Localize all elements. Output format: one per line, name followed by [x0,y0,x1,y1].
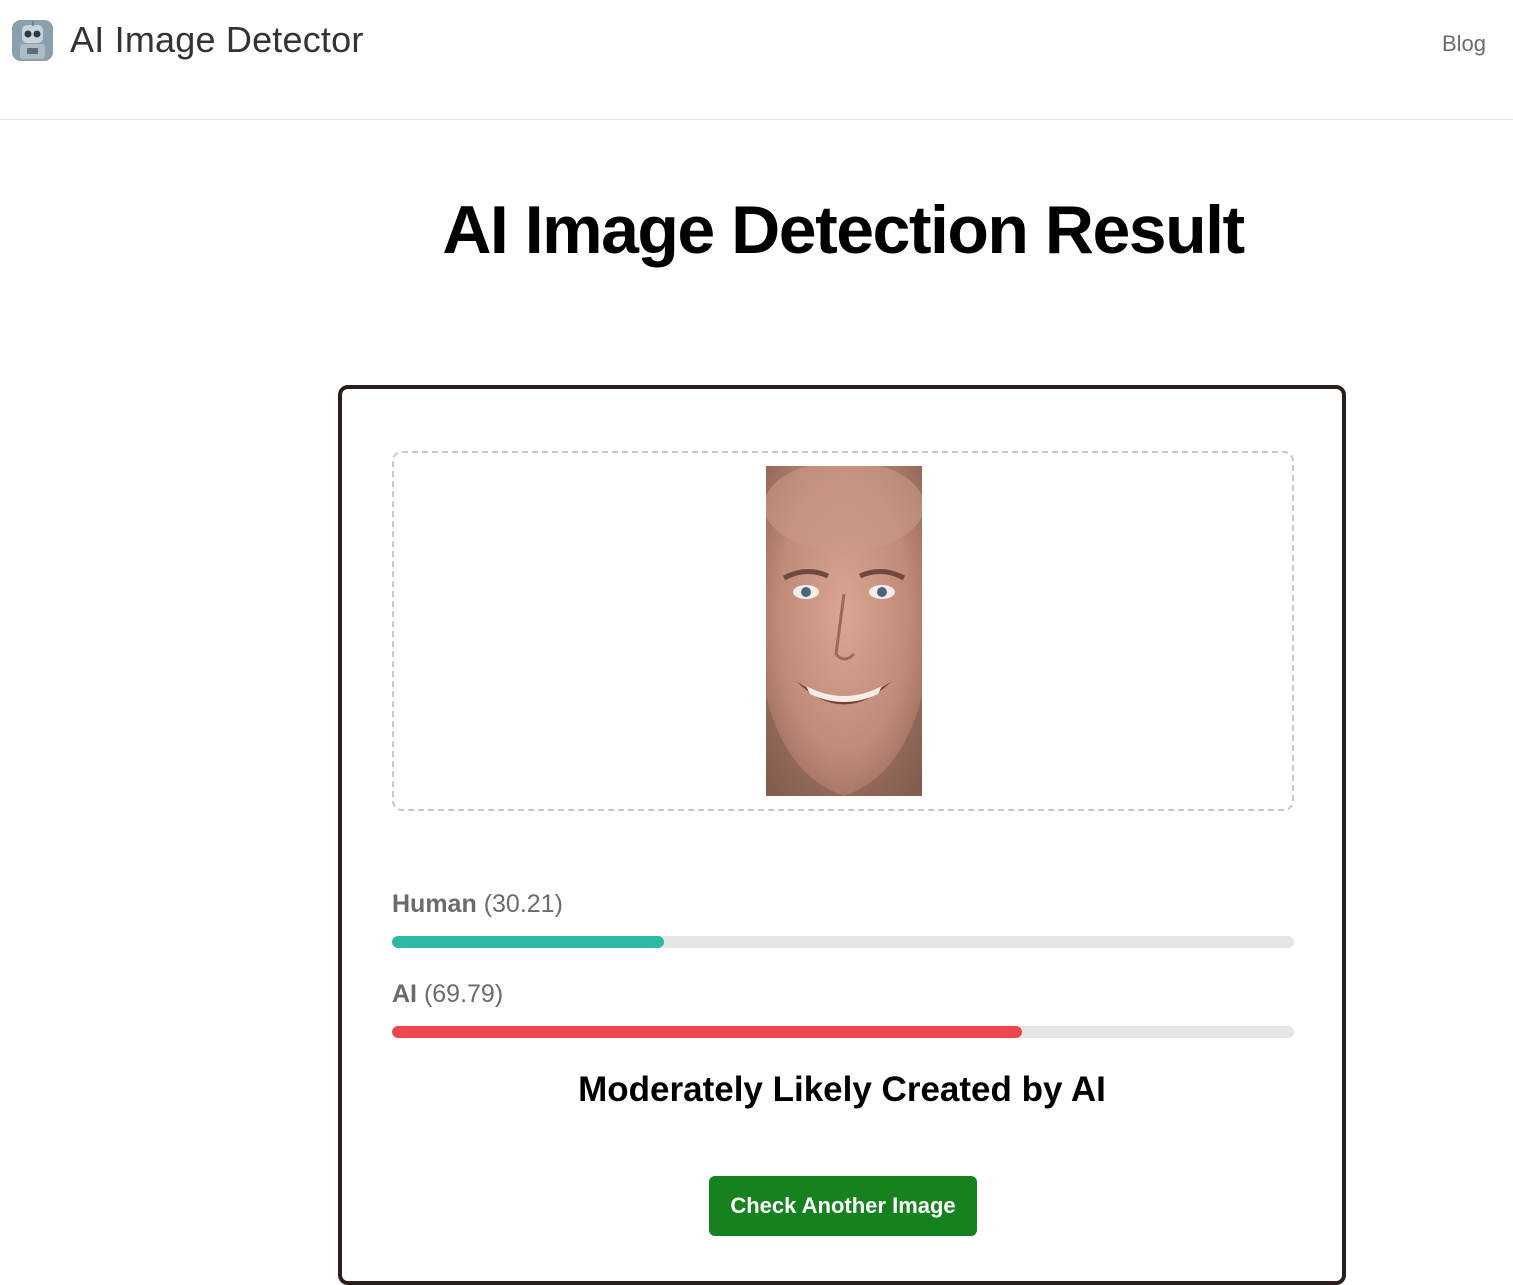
app-title[interactable]: AI Image Detector [70,18,364,62]
ai-score-value: (69.79) [423,980,504,1008]
uploaded-image [766,466,922,796]
ai-score-label: AI (69.79) [392,979,503,1009]
human-score-label: Human (30.21) [392,889,563,919]
human-score-bar [392,936,1294,948]
human-label: Human [392,890,477,918]
verdict-text: Moderately Likely Created by AI [578,1070,1106,1109]
check-another-image-button[interactable]: Check Another Image [709,1176,977,1236]
human-score-value: (30.21) [483,890,563,918]
top-header: AI Image Detector Blog [0,0,1513,120]
result-card: Human (30.21) AI (69.79) Moderately Like… [338,385,1346,1285]
ai-label: AI [392,980,417,1008]
ai-score-bar [392,1026,1294,1038]
blog-link[interactable]: Blog [1442,31,1486,57]
page-title: AI Image Detection Result [442,192,1245,268]
ai-score-fill [392,1026,1022,1038]
robot-icon[interactable] [12,20,53,61]
image-dropzone[interactable] [392,451,1294,811]
human-score-fill [392,936,665,948]
